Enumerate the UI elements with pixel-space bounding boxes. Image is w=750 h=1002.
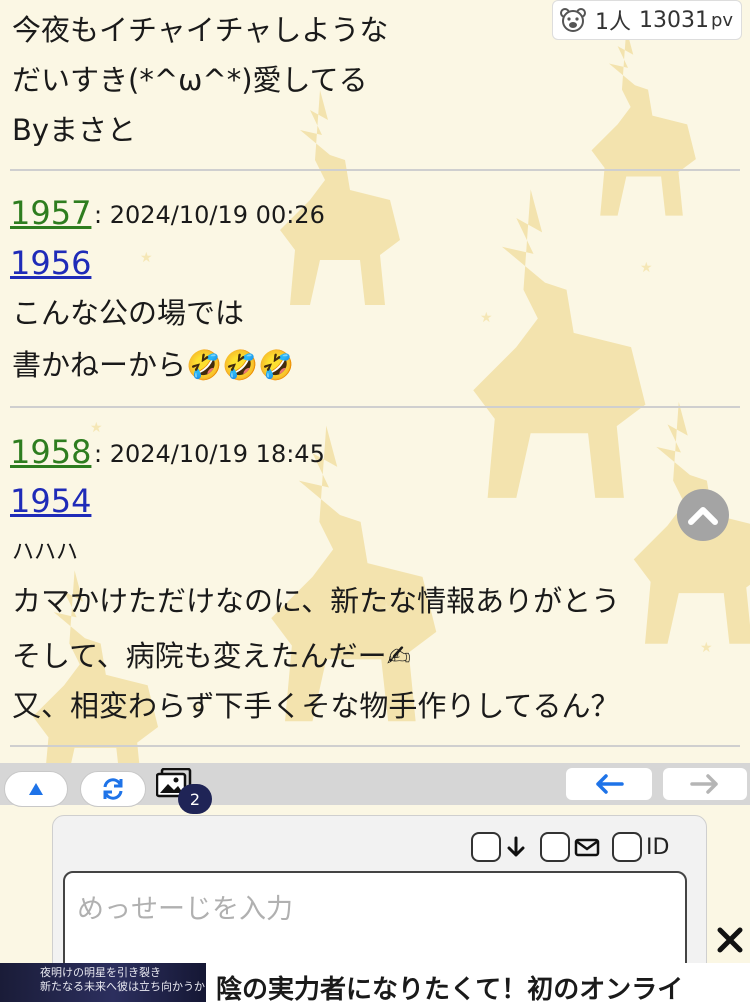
post-text-line: こんな公の場では [12, 296, 245, 330]
post-number-link[interactable]: 1958 [10, 432, 91, 472]
reply-anchor-link[interactable]: 1954 [10, 481, 91, 521]
post-number-link[interactable]: 1957 [10, 193, 91, 233]
post-divider [10, 745, 740, 747]
thread-posts: 今夜もイチャイチャしような だいすき(*^ω^*)愛してる Byまさと 1957… [0, 0, 750, 760]
close-icon[interactable] [715, 925, 745, 955]
reply-anchor-link[interactable]: 1956 [10, 243, 91, 283]
post-text-line: だいすき(*^ω^*)愛してる [12, 63, 368, 97]
ad-headline: 陰の実力者になりたくて！初のオンライ [216, 975, 684, 1002]
refresh-button[interactable] [80, 771, 146, 807]
next-page-button[interactable] [663, 768, 747, 800]
post-text-line: Byまさと [12, 113, 137, 147]
email-option[interactable] [540, 832, 600, 862]
arrow-left-icon [596, 774, 624, 794]
id-option-label: ID [646, 834, 670, 860]
image-count-badge: 2 [178, 784, 212, 814]
ad-thumbnail: 夜明けの明星を引き裂き 新たなる未来へ彼は立ち向かうか [0, 963, 206, 1002]
ad-thumb-line: 夜明けの明星を引き裂き [40, 966, 161, 979]
arrow-down-icon [507, 836, 525, 857]
ad-thumb-line: 新たなる未来へ彼は立ち向かうか [40, 980, 205, 993]
post-date-value: 2024/10/19 00:26 [109, 201, 325, 229]
refresh-icon [103, 778, 123, 800]
post-date: : 2024/10/19 18:45 [94, 440, 325, 468]
id-checkbox[interactable] [612, 832, 642, 862]
post-text-line: 又、相変わらず下手くそな物手作りしてるん？ [12, 689, 620, 723]
post-text-line: そして、病院も変えたんだー✍ [12, 639, 411, 673]
post-date-value: 2024/10/19 18:45 [109, 440, 325, 468]
scroll-to-top-button[interactable] [677, 489, 729, 541]
triangle-up-icon [29, 783, 43, 795]
post-divider [10, 406, 740, 408]
chevron-up-icon [688, 507, 718, 525]
post-text-line: ハハハ [12, 540, 79, 565]
sage-option[interactable] [471, 832, 527, 862]
mail-icon [574, 838, 600, 857]
post-text-line: カマかけただけなのに、新たな情報ありがとう [12, 584, 621, 618]
post-date: : 2024/10/19 00:26 [94, 201, 325, 229]
sage-checkbox[interactable] [471, 832, 501, 862]
email-checkbox[interactable] [540, 832, 570, 862]
scroll-up-button[interactable] [4, 771, 68, 807]
ad-banner[interactable]: 夜明けの明星を引き裂き 新たなる未来へ彼は立ち向かうか 陰の実力者になりたくて！… [0, 963, 750, 1002]
view-unit: pv [711, 9, 734, 31]
arrow-right-icon [690, 774, 718, 794]
post-text-line: 書かねーから🤣🤣🤣 [12, 348, 295, 382]
prev-page-button[interactable] [566, 768, 652, 800]
view-count: 13031 [639, 7, 709, 33]
online-users: 1人 [595, 10, 631, 35]
post-divider [10, 169, 740, 171]
page-view-counter: 1人 13031 pv [552, 0, 742, 40]
post-text-line: 今夜もイチャイチャしような [12, 13, 389, 47]
bear-icon [560, 8, 586, 32]
id-option[interactable]: ID [612, 832, 669, 862]
